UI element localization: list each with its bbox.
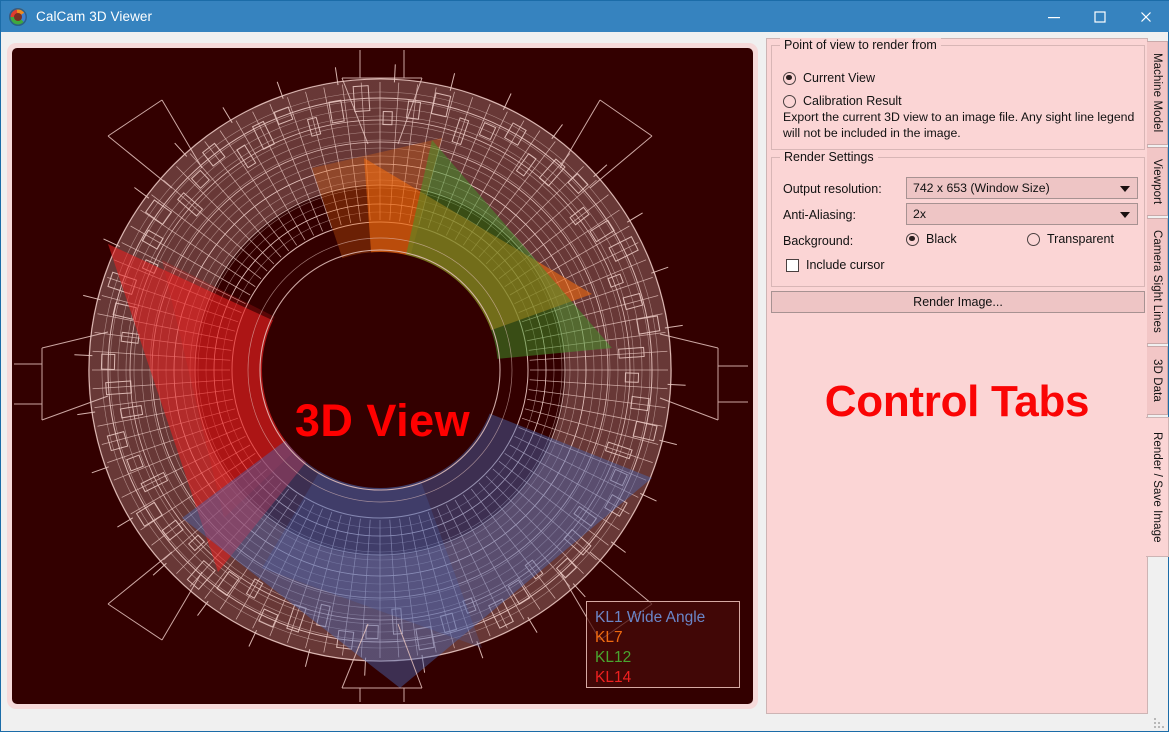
tab-3d-data[interactable]: 3D Data [1147,346,1168,415]
radio-label: Black [926,232,957,246]
radio-background-transparent[interactable]: Transparent [1027,232,1114,246]
control-panel-overlay-label: Control Tabs [824,377,1090,426]
calcam-logo-icon [9,7,27,26]
radio-current-view[interactable]: Current View [783,71,875,85]
radio-label: Calibration Result [803,94,902,108]
tab-camera-sight-lines[interactable]: Camera Sight Lines [1147,218,1168,344]
radio-calibration-result[interactable]: Calibration Result [783,94,902,108]
tab-strip: Machine Model Viewport Camera Sight Line… [1146,38,1169,714]
application-window: CalCam 3D Viewer 3D View KL1 Wide Angle … [0,0,1169,732]
legend-label: KL1 Wide Angle [595,609,706,626]
output-resolution-label: Output resolution: [783,182,882,196]
render-settings-group: Render Settings Output resolution: 742 x… [771,150,1145,287]
point-of-view-group: Point of view to render from Current Vie… [771,38,1145,150]
tab-label: Viewport [1151,158,1163,205]
radio-indicator [783,94,796,108]
maximize-button[interactable] [1077,1,1123,32]
tab-machine-model[interactable]: Machine Model [1147,41,1168,145]
radio-label: Current View [803,71,876,85]
include-cursor-checkbox[interactable]: Include cursor [786,258,885,272]
close-icon [1141,11,1151,22]
chevron-down-icon [1120,212,1130,218]
3d-view-canvas[interactable]: 3D View KL1 Wide Angle KL7 KL12 KL14 [12,48,753,704]
point-of-view-group-title: Point of view to render from [780,38,941,52]
tab-label: 3D Data [1151,359,1163,402]
chevron-down-icon [1120,186,1130,192]
render-image-button[interactable]: Render Image... [771,291,1145,313]
anti-aliasing-value: 2x [913,207,926,221]
output-resolution-value: 742 x 653 (Window Size) [913,181,1050,195]
radio-indicator [1027,232,1040,246]
legend-item: KL12 [595,648,739,668]
legend-label: KL7 [595,629,623,646]
radio-indicator [783,71,796,85]
close-button[interactable] [1123,1,1169,32]
radio-background-black[interactable]: Black [906,232,957,246]
radio-indicator [906,232,919,246]
legend-item: KL1 Wide Angle [595,608,739,628]
tab-label: Camera Sight Lines [1151,229,1163,333]
anti-aliasing-label: Anti-Aliasing: [783,208,856,222]
legend-label: KL12 [595,649,632,666]
title-bar: CalCam 3D Viewer [1,1,1169,32]
window-title: CalCam 3D Viewer [36,9,153,24]
tab-label: Machine Model [1151,53,1163,133]
render-settings-group-title: Render Settings [780,150,878,164]
3d-view-frame: 3D View KL1 Wide Angle KL7 KL12 KL14 [7,43,758,709]
tab-render-save-image[interactable]: Render / Save Image [1146,417,1169,557]
sight-line-legend: KL1 Wide Angle KL7 KL12 KL14 [586,601,740,688]
tab-viewport[interactable]: Viewport [1147,147,1168,216]
resize-grip[interactable] [1151,715,1164,728]
minimize-icon [1048,16,1060,18]
legend-item: KL7 [595,628,739,648]
output-resolution-select[interactable]: 742 x 653 (Window Size) [906,177,1138,199]
maximize-icon [1094,10,1106,23]
point-of-view-description: Export the current 3D view to an image f… [783,110,1135,140]
checkbox-label: Include cursor [806,258,885,272]
legend-label: KL14 [595,669,632,686]
checkbox-indicator [786,258,799,272]
legend-item: KL14 [595,668,739,688]
anti-aliasing-select[interactable]: 2x [906,203,1138,225]
background-label: Background: [783,234,854,248]
control-panel: Point of view to render from Current Vie… [766,38,1148,714]
radio-label: Transparent [1047,232,1114,246]
tab-label: Render / Save Image [1151,431,1163,543]
minimize-button[interactable] [1031,1,1077,32]
